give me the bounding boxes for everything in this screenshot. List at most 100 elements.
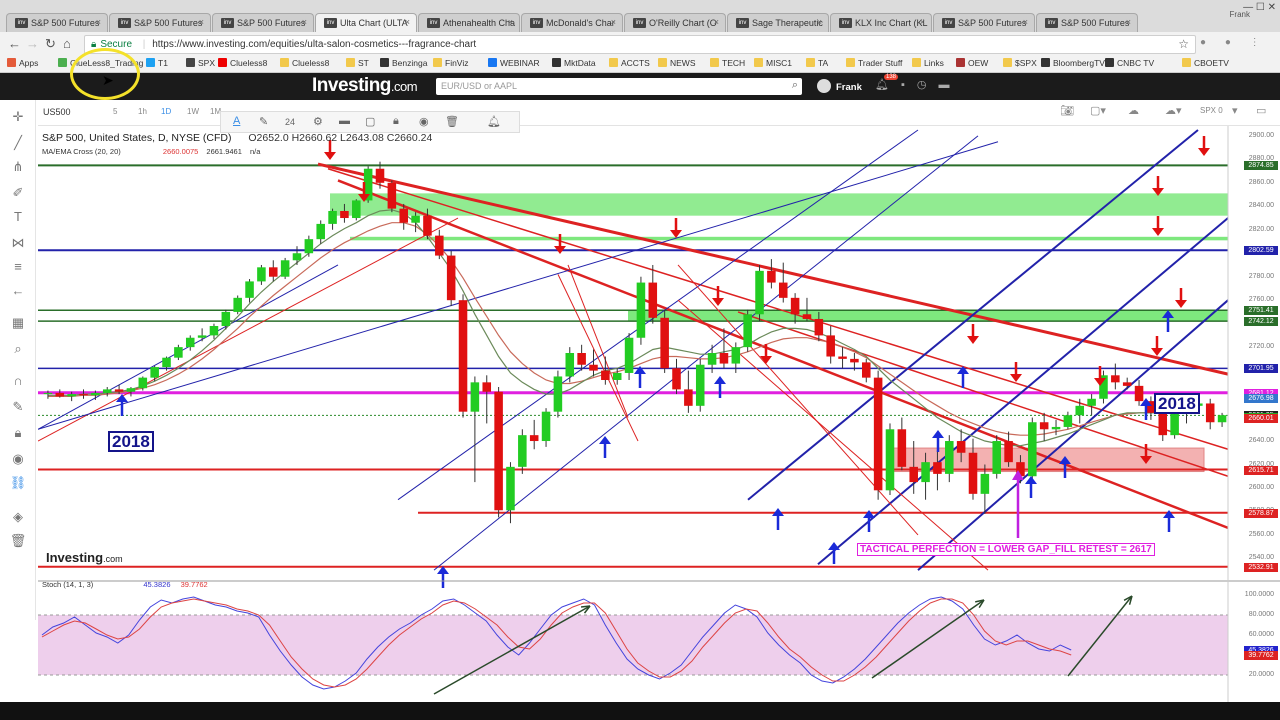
bookmark-star-icon[interactable]: ☆	[1178, 37, 1189, 51]
bookmark-item[interactable]: BloombergTV	[1041, 58, 1105, 68]
close-tab-icon[interactable]: ×	[1126, 17, 1131, 27]
bookmark-item[interactable]: TECH	[710, 58, 745, 68]
close-tab-icon[interactable]: ×	[96, 17, 101, 27]
year-label[interactable]: 2018	[1154, 393, 1200, 414]
link-icon[interactable]: ⛓	[9, 474, 27, 492]
tab-title: Sage Therapeutic	[752, 18, 823, 28]
brush-icon[interactable]: ✐	[9, 184, 27, 202]
bookmark-item[interactable]: SPX	[186, 58, 215, 68]
bookmark-item[interactable]: Clueless8	[218, 58, 267, 68]
text-tool-icon[interactable]: T	[9, 208, 27, 226]
stay-drawing-icon[interactable]: ✎	[9, 398, 27, 416]
measure-icon[interactable]: ▦	[9, 314, 27, 332]
candle-body	[233, 297, 242, 312]
bookmark-item[interactable]: Benzinga	[380, 58, 427, 68]
close-tab-icon[interactable]: ×	[817, 17, 822, 27]
browser-tab[interactable]: inv S&P 500 Futures ×	[1036, 13, 1138, 32]
layout-icon[interactable]: ▢▾	[1090, 104, 1106, 117]
close-tab-icon[interactable]: ×	[508, 17, 513, 27]
eye-icon[interactable]: ◉	[9, 450, 27, 468]
interval-option[interactable]: 1D	[161, 107, 171, 116]
pattern-icon[interactable]: ⋈	[9, 234, 27, 252]
magnet-icon[interactable]: ∩	[9, 372, 27, 390]
cloud-save-icon[interactable]: ☁︎▾	[1165, 104, 1182, 117]
fib-icon[interactable]: ≡	[9, 258, 27, 276]
fullscreen-icon[interactable]: ▭	[1256, 104, 1266, 117]
year-label[interactable]: 2018	[108, 431, 154, 452]
forward-icon[interactable]: →	[26, 36, 39, 51]
home-icon[interactable]: ⌂	[63, 36, 71, 51]
lock-drawings-icon[interactable]: 🔒︎	[9, 424, 27, 442]
search-icon[interactable]: ⌕	[792, 79, 798, 92]
crosshair-icon[interactable]: ✛	[9, 108, 27, 126]
trash-icon[interactable]: 🗑︎	[9, 532, 27, 550]
bookmark-item[interactable]: WEBINAR	[488, 58, 540, 68]
browser-tab[interactable]: inv S&P 500 Futures ×	[109, 13, 211, 32]
browser-tab[interactable]: inv S&P 500 Futures ×	[6, 13, 108, 32]
bookmark-item[interactable]: ST	[346, 58, 369, 68]
layers-icon[interactable]: ◈	[9, 508, 27, 526]
site-search-input[interactable]: EUR/USD or AAPL ⌕	[436, 78, 802, 95]
close-tab-icon[interactable]: ×	[405, 17, 410, 27]
site-logo[interactable]: Investing.com	[312, 75, 418, 97]
bookmark-item[interactable]: TA	[806, 58, 828, 68]
cloud-load-icon[interactable]: ☁︎	[1128, 104, 1139, 117]
down-arrow-marker	[760, 356, 772, 364]
bookmark-item[interactable]: CNBC TV	[1105, 58, 1154, 68]
compare-select[interactable]: SPX 0	[1200, 106, 1223, 115]
close-tab-icon[interactable]: ×	[714, 17, 719, 27]
price-label: 2578.87	[1244, 508, 1278, 518]
back-icon[interactable]: ←	[8, 36, 21, 51]
chart-area[interactable]	[38, 126, 1280, 702]
browser-tab[interactable]: inv KLX Inc Chart (KL ×	[830, 13, 932, 32]
pitchfork-icon[interactable]: ⋔	[9, 158, 27, 176]
bookmarks-bar: Apps ClueLess8_Trading T1 SPX Clueless8 Cluel…	[0, 56, 1280, 73]
trend-line-icon[interactable]: ╱	[9, 134, 27, 152]
price-tick-label: 2820.00	[1248, 225, 1274, 233]
close-tab-icon[interactable]: ×	[199, 17, 204, 27]
bookmark-item[interactable]: FinViz	[433, 58, 468, 68]
trend-line	[38, 217, 459, 442]
symbol-input[interactable]: US500	[40, 105, 102, 121]
browser-tab[interactable]: inv Sage Therapeutic ×	[727, 13, 829, 32]
browser-tab[interactable]: inv O'Reilly Chart (O ×	[624, 13, 726, 32]
user-menu[interactable]: Frank	[817, 79, 862, 93]
close-tab-icon[interactable]: ×	[302, 17, 307, 27]
interval-option[interactable]: 1h	[138, 107, 147, 116]
interval-option[interactable]: 1W	[187, 107, 199, 116]
browser-tab[interactable]: inv McDonald's Char ×	[521, 13, 623, 32]
browser-tab[interactable]: inv S&P 500 Futures ×	[933, 13, 1035, 32]
camera-icon[interactable]: 📷︎	[1060, 104, 1074, 117]
candle-body	[862, 362, 871, 378]
bookmark-item[interactable]: T1	[146, 58, 168, 68]
close-tab-icon[interactable]: ×	[611, 17, 616, 27]
bookmark-item[interactable]: ACCTS	[609, 58, 650, 68]
up-arrow-marker	[116, 394, 128, 402]
bookmark-item[interactable]: Trader Stuff	[846, 58, 902, 68]
url-input[interactable]: 🔒︎ Secure | https://www.investing.com/equ…	[84, 35, 1196, 54]
stoch-band	[38, 615, 1228, 675]
browser-tab[interactable]: inv Ulta Chart (ULTA ×	[315, 13, 417, 33]
bookmark-item[interactable]: OEW	[956, 58, 988, 68]
price-chart-svg[interactable]	[38, 126, 1280, 702]
browser-tab[interactable]: inv S&P 500 Futures ×	[212, 13, 314, 32]
bookmark-item[interactable]: Apps	[7, 58, 38, 68]
bookmark-item[interactable]: CBOETV	[1182, 58, 1229, 68]
dropdown-chevron-icon[interactable]: ▾	[1232, 104, 1238, 117]
extension-icons[interactable]: ● ● ⋮	[1200, 37, 1268, 48]
bookmark-item[interactable]: MktData	[552, 58, 596, 68]
close-tab-icon[interactable]: ×	[1023, 17, 1028, 27]
bookmark-item[interactable]: NEWS	[658, 58, 696, 68]
arrow-left-icon[interactable]: ←	[9, 282, 27, 300]
bookmark-item[interactable]: Links	[912, 58, 944, 68]
tactical-annotation[interactable]: TACTICAL PERFECTION = LOWER GAP_FILL RET…	[857, 543, 1155, 556]
interval-option[interactable]: 5	[113, 107, 117, 116]
bookmark-item[interactable]: $SPX	[1003, 58, 1037, 68]
bookmark-item[interactable]: MISC1	[754, 58, 792, 68]
zoom-icon[interactable]: ⌕	[9, 340, 27, 358]
browser-tab[interactable]: inv Athenahealth Cha ×	[418, 13, 520, 32]
window-controls[interactable]: — ☐ ✕	[1243, 2, 1276, 13]
close-tab-icon[interactable]: ×	[920, 17, 925, 27]
reload-icon[interactable]: ↻	[45, 36, 56, 52]
bookmark-item[interactable]: Clueless8	[280, 58, 329, 68]
